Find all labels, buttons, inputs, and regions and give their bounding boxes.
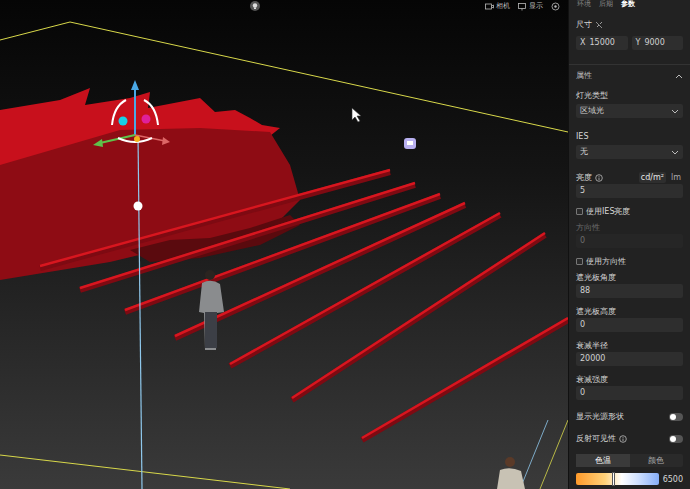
control-value: 88 xyxy=(580,284,590,298)
control-value: 0 xyxy=(580,386,585,400)
attributes-section-header[interactable]: 属性 xyxy=(569,64,690,86)
panel-tab[interactable]: 环境 xyxy=(577,0,591,9)
field-label: 遮光板角度 xyxy=(576,272,616,283)
field-row: 使用IES亮度 xyxy=(576,202,683,218)
attributes-body: 灯光类型区域光IES无亮度cd/m²lm5使用IES亮度方向性0使用方向性遮光板… xyxy=(569,86,690,485)
control-wrap: 0 xyxy=(576,318,683,336)
camera-button[interactable]: 相机 xyxy=(485,1,510,11)
size-y-field[interactable]: Y9000 xyxy=(632,36,684,50)
properties-panel: 环境后期参数尺寸 X 15000 Y9000 属性灯光类型区域光 IES 无亮度 cd/m²l… xyxy=(568,0,690,489)
light-bulb-icon xyxy=(250,1,260,11)
color-mode-tabs: 色温颜色 xyxy=(576,454,683,467)
panel-tab[interactable]: 后期 xyxy=(599,0,613,9)
axis-label: Y xyxy=(636,36,641,50)
size-title: 尺寸 xyxy=(576,19,592,30)
field-label: 反射可见性 xyxy=(576,433,616,444)
select-box[interactable]: 区域光 xyxy=(576,104,683,118)
camera-icon xyxy=(485,2,494,11)
field-label: 遮光板高度 xyxy=(576,306,616,317)
control-wrap: 5 xyxy=(576,184,683,202)
field-row: 遮光板高度 xyxy=(576,302,683,318)
field-row: 显示光源形状 xyxy=(576,404,683,426)
number-input[interactable]: 0 xyxy=(576,318,683,332)
panel-tabs: 环境后期参数 xyxy=(569,0,690,11)
field-label: 方向性 xyxy=(576,222,600,233)
size-x-field[interactable]: X 15000 xyxy=(576,36,628,50)
chevron-down-icon xyxy=(671,107,679,115)
checkbox[interactable] xyxy=(576,258,583,265)
display-icon xyxy=(518,2,527,11)
control-value: 无 xyxy=(580,145,588,159)
control-value: 区域光 xyxy=(580,104,604,118)
axis-value: 15000 xyxy=(589,36,614,50)
field-row: 衰减半径 xyxy=(576,336,683,352)
display-label: 显示 xyxy=(529,1,543,11)
control-value: 20000 xyxy=(580,352,605,366)
axis-value: 9000 xyxy=(644,36,664,50)
control-value: 5 xyxy=(580,184,585,198)
unit-option[interactable]: cd/m² xyxy=(639,172,666,183)
select-box[interactable]: 无 xyxy=(576,145,683,159)
chevron-down-icon xyxy=(671,148,679,156)
color-mode-tab[interactable]: 颜色 xyxy=(630,454,684,467)
field-label: 使用IES亮度 xyxy=(586,206,631,217)
color-temperature-row: 6500 xyxy=(576,473,683,485)
viewport[interactable]: 相机 显示 xyxy=(0,0,568,489)
number-input[interactable]: 20000 xyxy=(576,352,683,366)
field-label: 衰减强度 xyxy=(576,374,608,385)
control-value: 0 xyxy=(580,234,585,248)
field-row: 衰减强度 xyxy=(576,370,683,386)
settings-icon xyxy=(551,2,560,11)
field-row: IES xyxy=(576,127,683,143)
field-row: 亮度 cd/m²lm xyxy=(576,168,683,184)
field-label: 衰减半径 xyxy=(576,340,608,351)
field-label: IES xyxy=(576,131,589,142)
number-input[interactable]: 88 xyxy=(576,284,683,298)
control-wrap: 区域光 xyxy=(576,102,683,127)
unit-switch: cd/m²lm xyxy=(639,172,683,183)
field-row: 方向性 xyxy=(576,218,683,234)
panel-tab[interactable]: 参数 xyxy=(621,0,635,9)
field-label: 显示光源形状 xyxy=(576,411,624,422)
camera-label: 相机 xyxy=(496,1,510,11)
info-icon xyxy=(619,435,627,443)
field-label: 使用方向性 xyxy=(586,256,626,267)
color-temperature-thumb[interactable] xyxy=(612,472,615,486)
axis-label: X xyxy=(580,36,585,50)
size-header: 尺寸 xyxy=(569,19,690,30)
color-temperature-track[interactable] xyxy=(576,473,659,485)
toggle-knob xyxy=(670,414,676,420)
view-toolbar: 相机 显示 xyxy=(250,0,560,12)
field-label: 灯光类型 xyxy=(576,90,608,101)
checkbox[interactable] xyxy=(576,208,583,215)
color-mode-tab[interactable]: 色温 xyxy=(576,454,630,467)
toggle-switch[interactable] xyxy=(669,435,683,443)
info-icon xyxy=(595,174,603,182)
unit-option[interactable]: lm xyxy=(669,172,683,183)
control-wrap: 20000 xyxy=(576,352,683,370)
number-input[interactable]: 5 xyxy=(576,184,683,198)
control-wrap: 88 xyxy=(576,284,683,302)
toggle-switch[interactable] xyxy=(669,413,683,421)
field-row: 使用方向性 xyxy=(576,252,683,268)
number-input: 0 xyxy=(576,234,683,248)
field-row: 灯光类型 xyxy=(576,86,683,102)
toggle-knob xyxy=(670,436,676,442)
field-label: 亮度 xyxy=(576,172,592,183)
control-wrap: 0 xyxy=(576,386,683,404)
chevron-up-icon xyxy=(675,72,683,80)
scene-canvas[interactable] xyxy=(0,0,568,489)
color-temperature-value: 6500 xyxy=(663,474,683,485)
control-wrap: 无 xyxy=(576,143,683,168)
number-input[interactable]: 0 xyxy=(576,386,683,400)
size-fields: X 15000 Y9000 xyxy=(569,30,690,58)
field-row: 遮光板角度 xyxy=(576,268,683,284)
section-title: 属性 xyxy=(576,70,592,81)
control-value: 0 xyxy=(580,318,585,332)
unlink-icon xyxy=(595,21,603,29)
display-button[interactable]: 显示 xyxy=(518,1,543,11)
field-row: 反射可见性 xyxy=(576,426,683,448)
control-wrap: 0 xyxy=(576,234,683,252)
